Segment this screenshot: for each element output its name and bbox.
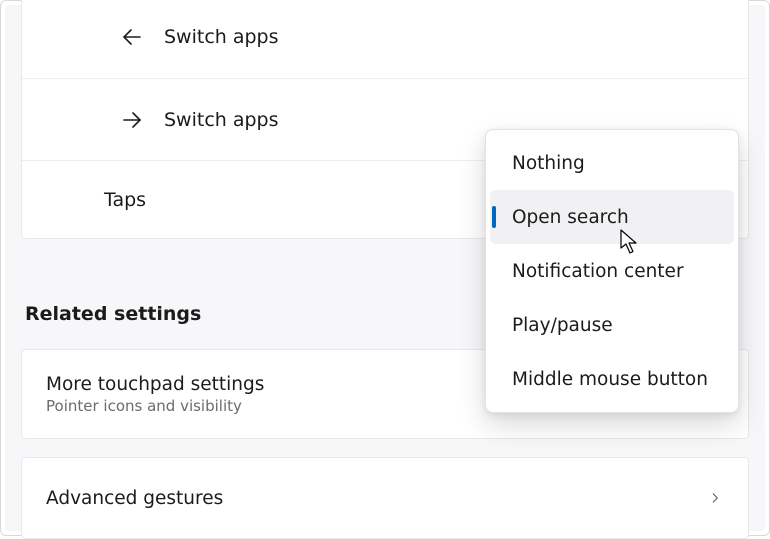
menu-item-label: Nothing [512,153,585,174]
menu-item-middle-mouse[interactable]: Middle mouse button [490,352,734,406]
taps-dropdown-menu[interactable]: Nothing Open search Notification center … [485,129,739,413]
menu-item-open-search[interactable]: Open search [490,190,734,244]
menu-item-label: Play/pause [512,315,613,336]
menu-item-label: Notification center [512,261,684,282]
menu-item-nothing[interactable]: Nothing [490,136,734,190]
arrow-right-icon [118,108,146,132]
related-settings-header: Related settings [25,303,201,325]
card-title: Advanced gestures [46,488,223,509]
advanced-gestures-card[interactable]: Advanced gestures [21,457,749,539]
card-subtitle: Pointer icons and visibility [46,397,264,415]
taps-label: Taps [104,189,146,211]
gesture-row-left[interactable]: Switch apps [22,0,748,78]
menu-item-play-pause[interactable]: Play/pause [490,298,734,352]
menu-item-label: Middle mouse button [512,369,708,390]
gesture-row-label: Switch apps [164,109,279,131]
chevron-right-icon [706,489,724,507]
gesture-row-label: Switch apps [164,26,279,48]
menu-item-label: Open search [512,207,629,228]
arrow-left-icon [118,25,146,49]
menu-item-notification-center[interactable]: Notification center [490,244,734,298]
card-title: More touchpad settings [46,374,264,395]
